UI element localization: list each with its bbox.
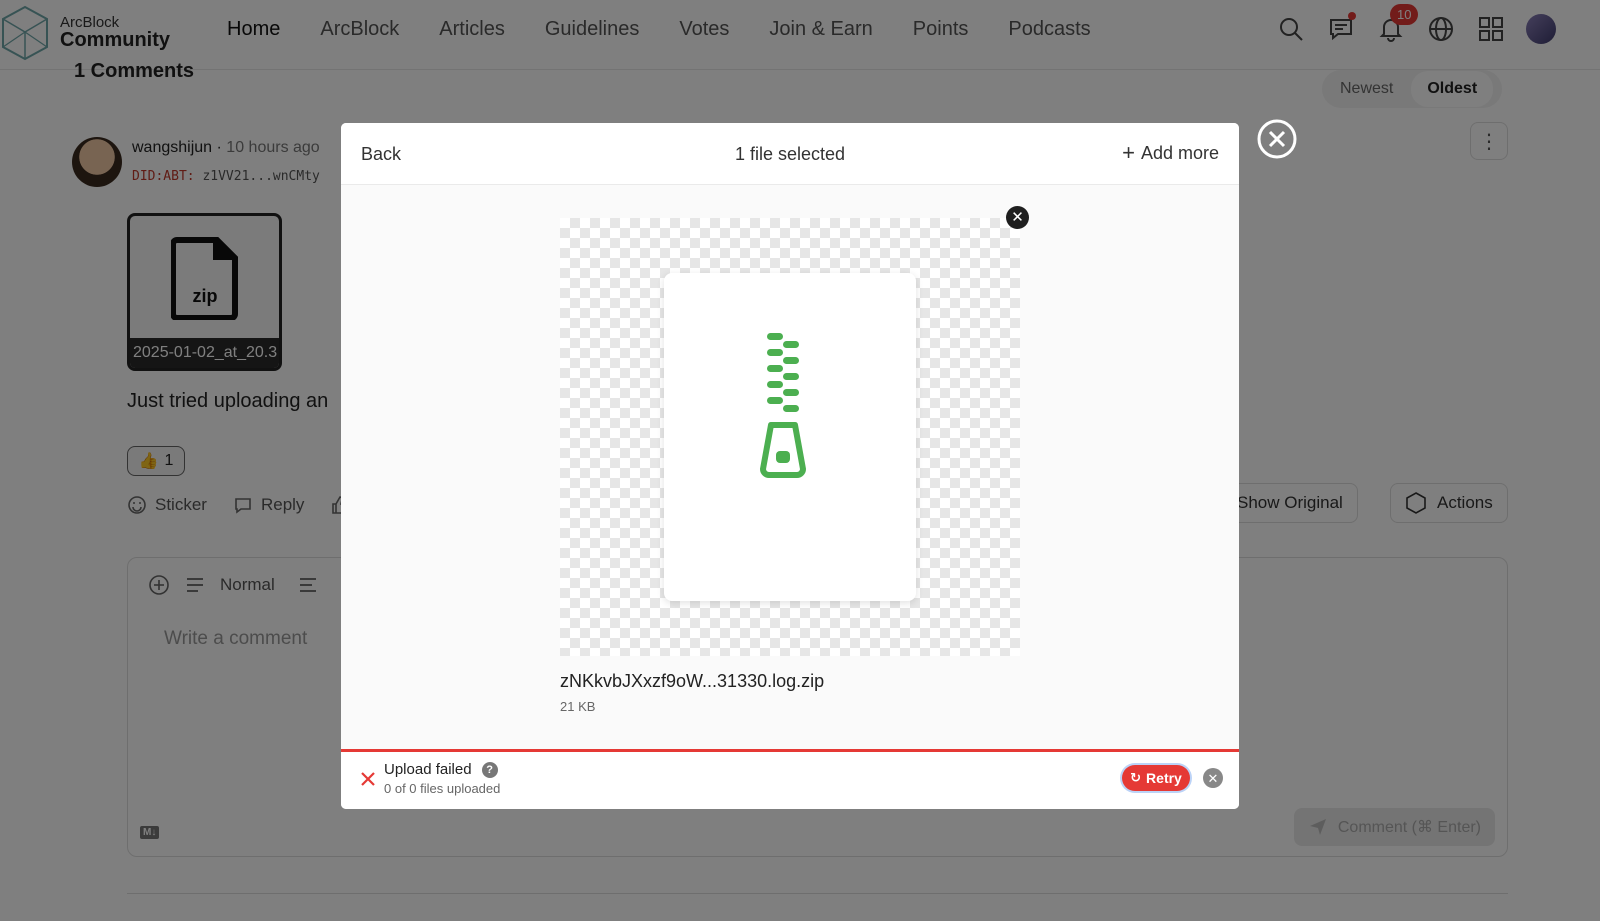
close-icon: ✕ [1207,770,1219,786]
upload-status-bar: Upload failed ? 0 of 0 files uploaded ↻ … [341,749,1239,809]
preview-card [664,273,916,601]
retry-icon: ↻ [1130,770,1142,785]
file-name: zNKkvbJXxzf9oW...31330.log.zip [560,671,825,691]
file-size: 21 KB [560,699,596,714]
help-icon[interactable]: ? [481,761,498,778]
add-more-label: Add more [1140,142,1219,163]
zip-icon [760,333,806,478]
modal-title: 1 file selected [734,144,846,164]
upload-modal: Back 1 file selected + Add more ✕ zNKkvb… [341,123,1239,809]
plus-icon: + [1122,140,1135,165]
file-preview [560,218,1020,656]
modal-header: Back 1 file selected + Add more [341,123,1239,185]
retry-label: Retry [1146,770,1182,786]
add-more-button[interactable]: + Add more [1122,142,1219,164]
retry-button[interactable]: ↻ Retry [1122,765,1190,791]
upload-status-title: Upload failed ? [384,761,498,778]
cancel-upload-button[interactable]: ✕ [1203,768,1223,788]
upload-status-subtitle: 0 of 0 files uploaded [384,781,501,796]
error-x-icon [361,772,375,786]
remove-file-button[interactable]: ✕ [1006,206,1029,229]
status-title-text: Upload failed [384,761,472,778]
close-icon: ✕ [1011,209,1024,226]
modal-close-button[interactable] [1256,118,1298,160]
